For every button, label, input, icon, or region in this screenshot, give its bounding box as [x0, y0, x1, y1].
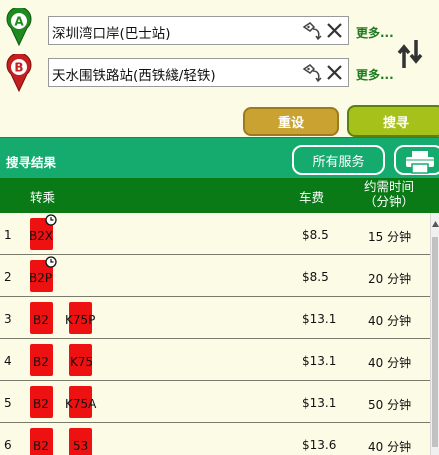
row-number: 6 [4, 438, 12, 452]
scroll-up-arrow-icon[interactable] [432, 221, 439, 227]
row-time: 40 分钟 [368, 440, 412, 454]
destination-more-link[interactable]: 更多... [356, 66, 394, 83]
result-row[interactable]: 5 B2 K75A $13.1 50 分钟 [0, 381, 430, 423]
row-fare: $8.5 [302, 228, 329, 242]
column-fare: 车费 [299, 190, 325, 205]
results-scrollbar[interactable] [430, 213, 439, 455]
results-bar: 搜寻结果 所有服务 [0, 137, 439, 178]
clock-icon [45, 256, 57, 268]
route-label: B2P [29, 271, 53, 285]
swap-arrows-icon[interactable] [396, 38, 424, 70]
row-fare: $13.6 [302, 438, 337, 452]
scrollbar-thumb[interactable] [432, 237, 438, 447]
row-fare: $13.1 [302, 396, 337, 410]
result-row[interactable]: 6 B2 53 $13.6 40 分钟 [0, 423, 430, 455]
column-time-line1: 约需时间 [363, 179, 414, 194]
row-fare: $13.1 [302, 354, 337, 368]
result-row[interactable]: 1 B2X $8.5 15 分钟 [0, 213, 430, 255]
result-row[interactable]: 3 B2 K75P $13.1 40 分钟 [0, 297, 430, 339]
map-pin-b-icon: B [6, 54, 32, 92]
origin-more-link[interactable]: 更多... [356, 24, 394, 41]
row-number: 4 [4, 354, 12, 368]
column-time: 约需时间 （分钟） [356, 179, 422, 209]
route-label: K75 [70, 355, 94, 369]
route-label: K75P [65, 313, 96, 327]
route-label: B2 [33, 397, 49, 411]
clear-destination-icon[interactable] [326, 64, 343, 81]
row-time: 40 分钟 [368, 314, 412, 328]
origin-marker-letter: A [14, 15, 24, 29]
row-number: 5 [4, 396, 12, 410]
all-services-button[interactable]: 所有服务 [292, 145, 385, 175]
destination-value: 天水围铁路站(西铁綫/轻铁) [52, 68, 216, 84]
result-row[interactable]: 4 B2 K75 $13.1 40 分钟 [0, 339, 430, 381]
clock-icon [45, 214, 57, 226]
row-fare: $8.5 [302, 270, 329, 284]
reset-button[interactable]: 重设 [243, 107, 339, 136]
row-time: 20 分钟 [368, 272, 412, 286]
route-search-panel: A 深圳湾口岸(巴士站) 更多... B 天水围铁路站(西铁綫/轻铁) 更多..… [0, 0, 439, 137]
row-number: 1 [4, 228, 12, 242]
column-transfer: 转乘 [30, 190, 56, 205]
route-label: 53 [73, 439, 89, 453]
row-time: 40 分钟 [368, 356, 412, 370]
destination-field[interactable]: 天水围铁路站(西铁綫/轻铁) [48, 58, 349, 87]
row-time: 50 分钟 [368, 398, 412, 412]
search-button[interactable]: 搜寻 [347, 105, 439, 137]
print-button[interactable] [394, 145, 439, 175]
printer-icon [406, 151, 434, 174]
row-fare: $13.1 [302, 312, 337, 326]
destination-marker-letter: B [14, 61, 23, 75]
results-table-header: 转乘 车费 约需时间 （分钟） [0, 178, 439, 213]
origin-value: 深圳湾口岸(巴士站) [52, 26, 171, 42]
result-row[interactable]: 2 B2P $8.5 20 分钟 [0, 255, 430, 297]
clear-origin-icon[interactable] [326, 22, 343, 39]
map-pin-a-icon: A [6, 8, 32, 46]
row-time: 15 分钟 [368, 230, 412, 244]
origin-field[interactable]: 深圳湾口岸(巴士站) [48, 16, 349, 45]
location-tag-icon[interactable] [302, 21, 324, 41]
route-label: B2 [33, 355, 49, 369]
row-number: 2 [4, 270, 12, 284]
route-label: B2X [29, 229, 54, 243]
row-number: 3 [4, 312, 12, 326]
column-time-line2: （分钟） [363, 194, 414, 209]
route-label: B2 [33, 439, 49, 453]
results-title: 搜寻结果 [6, 155, 57, 170]
route-label: K75A [65, 397, 97, 411]
location-tag-icon[interactable] [302, 63, 324, 83]
route-label: B2 [33, 313, 49, 327]
